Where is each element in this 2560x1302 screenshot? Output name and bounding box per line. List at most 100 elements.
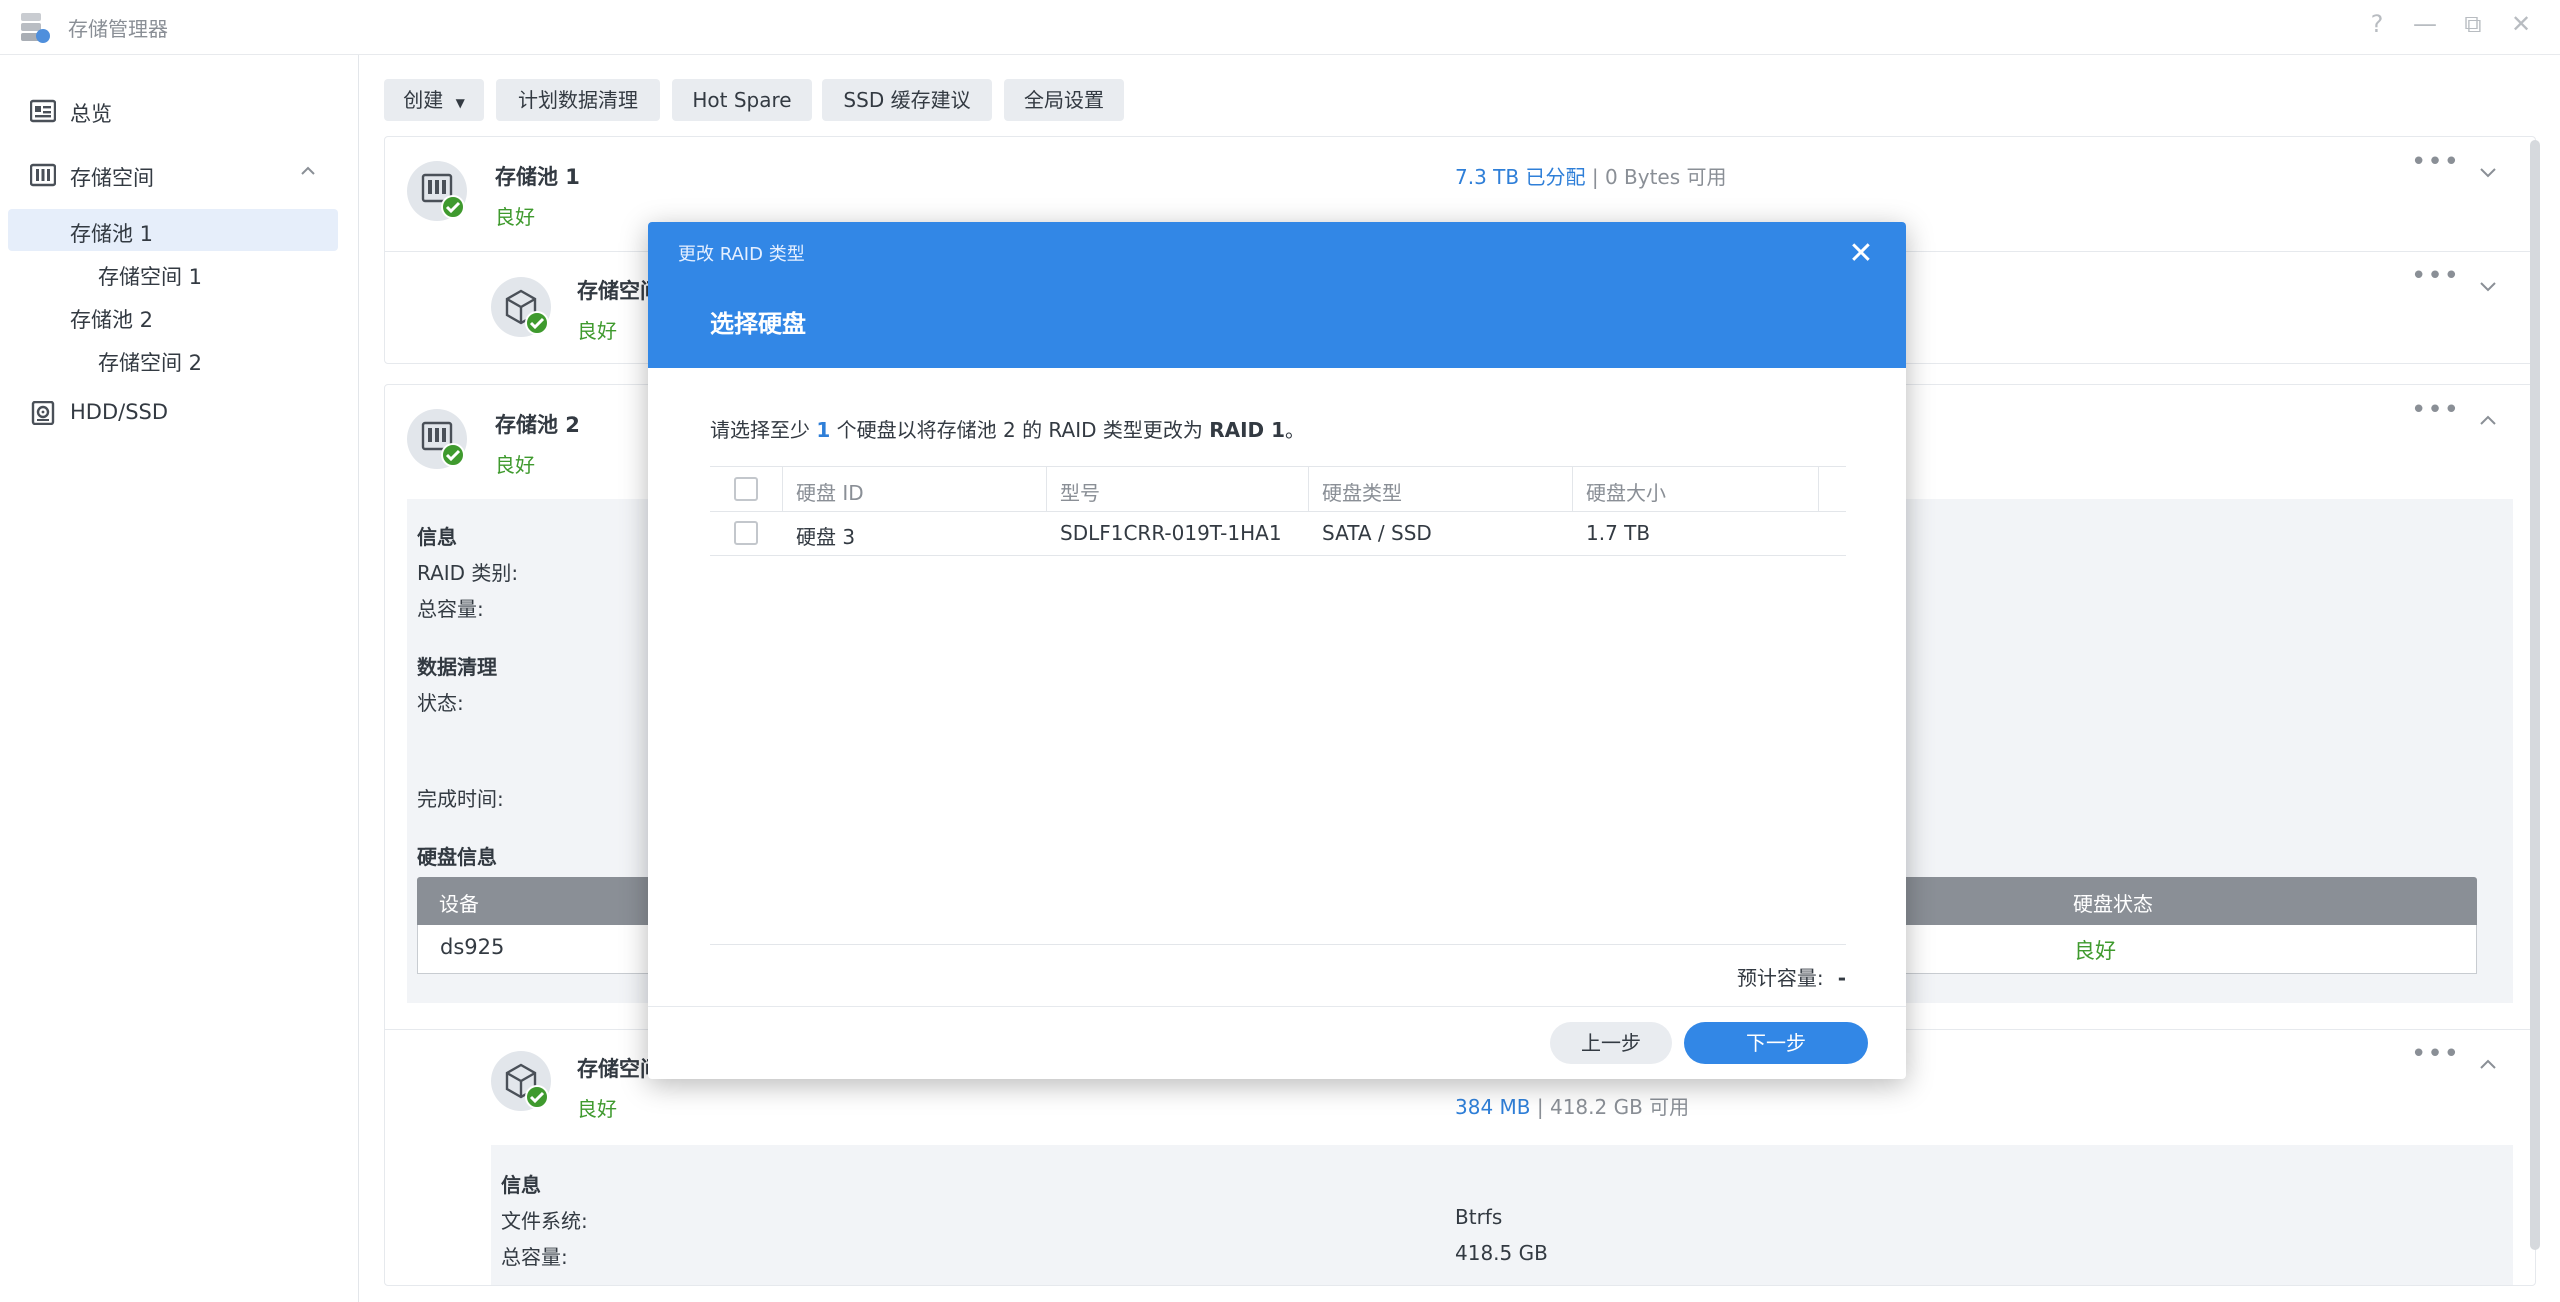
select-all-checkbox[interactable] [734,477,758,501]
select-all-column [710,467,783,511]
sidebar-label-overview: 总览 [70,102,112,126]
sidebar-item-volume-2[interactable]: 存储空间 2 [8,338,338,380]
instruction-pre: 请选择至少 [710,418,810,442]
dialog-title: 更改 RAID 类型 [678,244,805,265]
app-title: 存储管理器 [68,17,168,41]
schedule-scrub-button[interactable]: 计划数据清理 [496,79,660,121]
column-disk-size[interactable]: 硬盘大小 [1572,467,1819,511]
more-icon[interactable]: ••• [2411,147,2460,177]
dialog-header: 更改 RAID 类型 选择硬盘 ✕ [648,222,1906,368]
change-raid-dialog: 更改 RAID 类型 选择硬盘 ✕ 请选择至少 1 个硬盘以将存储池 2 的 R… [648,222,1906,1079]
sidebar-item-pool-2[interactable]: 存储池 2 [8,295,338,337]
more-icon[interactable]: ••• [2411,395,2460,425]
help-icon[interactable]: ? [2362,10,2392,38]
pool-1-free: 0 Bytes 可用 [1604,165,1727,189]
chevron-down-icon[interactable] [2477,161,2499,183]
create-button[interactable]: 创建 ▼ [384,79,484,121]
disk-id-cell: 硬盘 3 [796,525,856,549]
estimated-capacity-label: 预计容量: [1736,966,1824,990]
pool-1-used: 7.3 TB 已分配 [1455,165,1586,189]
disk-table-header: 硬盘 ID 型号 硬盘类型 硬盘大小 [710,466,1846,512]
sidebar-label-volume-2: 存储空间 2 [98,351,203,375]
volume-1-status: 良好 [577,319,617,343]
global-settings-button[interactable]: 全局设置 [1004,79,1124,121]
volume-2-info-panel: 信息 文件系统: Btrfs 总容量: 418.5 GB [491,1145,2513,1285]
caret-down-icon: ▼ [455,96,465,110]
minimize-icon[interactable]: — [2410,10,2440,38]
health-cell: 良好 [2074,939,2116,963]
sidebar-item-pool-1[interactable]: 存储池 1 [8,209,338,251]
column-disk-type-label: 硬盘类型 [1322,481,1402,505]
volume-total-value: 418.5 GB [1455,1241,1548,1265]
previous-button[interactable]: 上一步 [1550,1022,1672,1064]
estimated-capacity: 预计容量: - [1737,962,1846,991]
ssd-cache-advisor-button[interactable]: SSD 缓存建议 [822,79,992,121]
table-row[interactable]: 硬盘 3 SDLF1CRR-019T-1HA1 SATA / SSD 1.7 T… [710,511,1846,556]
restore-icon[interactable]: ⧉ [2458,10,2488,38]
instruction-raid: RAID 1 [1209,418,1286,442]
estimated-capacity-value: - [1837,966,1846,990]
storage-pool-icon [407,409,467,469]
column-disk-id[interactable]: 硬盘 ID [782,467,1047,511]
info-title: 信息 [417,525,457,549]
volume-2-usage: 384 MB | 418.2 GB 可用 [1455,1091,1689,1120]
hot-spare-button[interactable]: Hot Spare [672,79,812,121]
column-disk-type[interactable]: 硬盘类型 [1308,467,1573,511]
chevron-up-icon[interactable] [2477,409,2499,431]
filesystem-label: 文件系统: [501,1209,588,1233]
storage-icon [30,163,56,187]
sidebar-label-pool-1: 存储池 1 [70,222,154,246]
column-disk-size-label: 硬盘大小 [1586,481,1666,505]
disk-size-cell: 1.7 TB [1586,521,1651,545]
chevron-up-icon[interactable] [2477,1053,2499,1075]
sidebar: 总览 存储空间 存储池 1 存储空间 1 存储池 2 存储空间 2 HDD/SS… [0,55,359,1302]
close-icon[interactable]: ✕ [1846,236,1876,271]
dialog-footer: 上一步 下一步 [648,1006,1906,1079]
storage-manager-icon [21,13,50,43]
volume-2-free: 418.2 GB 可用 [1549,1095,1690,1119]
device-cell: ds925 [440,935,505,959]
column-disk-id-label: 硬盘 ID [796,481,864,505]
main-scrollbar[interactable] [2530,140,2540,1250]
column-model-label: 型号 [1060,481,1100,505]
volume-icon [491,1051,551,1111]
model-cell: SDLF1CRR-019T-1HA1 [1060,521,1282,545]
more-icon[interactable]: ••• [2411,261,2460,291]
pool-2-name: 存储池 2 [495,413,580,437]
scrub-title: 数据清理 [417,655,497,679]
pool-2-status: 良好 [495,453,535,477]
column-model[interactable]: 型号 [1046,467,1309,511]
chevron-down-icon[interactable] [2477,275,2499,297]
sidebar-item-storage[interactable]: 存储空间 [0,153,358,197]
instruction-end: 。 [1285,418,1306,442]
scrub-state-label: 状态: [417,691,464,715]
volume-2-separator: | [1536,1095,1544,1119]
more-icon[interactable]: ••• [2411,1039,2460,1069]
sidebar-label-hdd: HDD/SSD [70,400,169,424]
pool-1-usage: 7.3 TB 已分配 | 0 Bytes 可用 [1455,161,1727,190]
dialog-step-title: 选择硬盘 [710,310,806,338]
raid-type-label: RAID 类别: [417,561,519,585]
sidebar-label-pool-2: 存储池 2 [70,308,154,332]
volume-icon [491,277,551,337]
filesystem-value: Btrfs [1455,1205,1503,1229]
column-device: 设备 [439,892,479,916]
hdd-icon [31,401,55,425]
overview-icon [30,99,56,123]
scrub-done-label: 完成时间: [417,787,504,811]
disk-type-cell: SATA / SSD [1322,521,1432,545]
instruction-text: 请选择至少 1 个硬盘以将存储池 2 的 RAID 类型更改为 RAID 1。 [710,414,1305,443]
create-label: 创建 [403,88,444,112]
column-health: 硬盘状态 [2073,892,2153,916]
sidebar-item-hdd[interactable]: HDD/SSD [0,391,358,435]
chevron-up-icon[interactable] [298,161,318,181]
sidebar-item-overview[interactable]: 总览 [0,89,358,133]
close-window-icon[interactable]: ✕ [2506,10,2536,38]
instruction-mid: 个硬盘以将存储池 2 的 RAID 类型更改为 [836,418,1203,442]
storage-pool-icon [407,161,467,221]
next-button[interactable]: 下一步 [1684,1022,1868,1064]
sidebar-item-volume-1[interactable]: 存储空间 1 [8,252,338,294]
sidebar-label-volume-1: 存储空间 1 [98,265,203,289]
row-checkbox[interactable] [734,521,758,545]
pool-1-separator: | [1591,165,1599,189]
